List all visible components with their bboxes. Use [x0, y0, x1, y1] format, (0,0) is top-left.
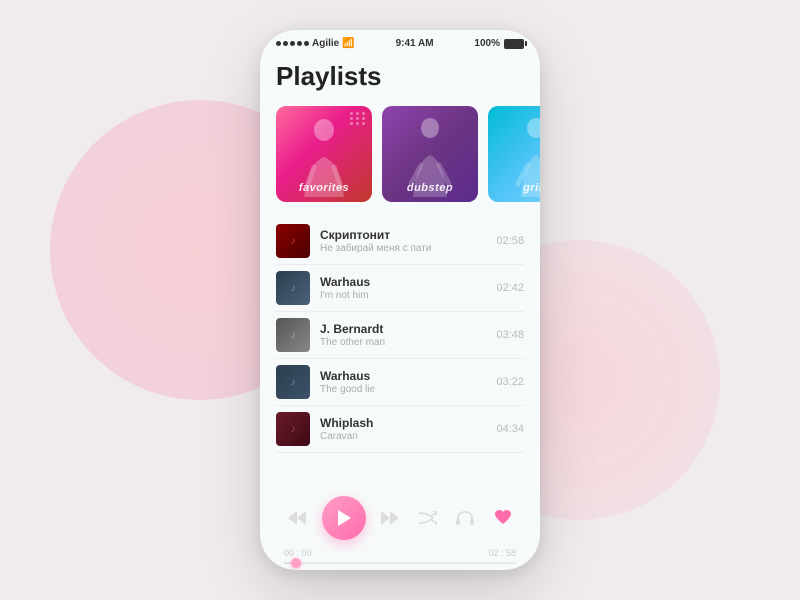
carrier-label: Agilie	[312, 38, 339, 49]
signal-dot-3	[290, 41, 295, 46]
track-artist-0: Скриптонит	[320, 228, 488, 242]
track-sub-1: I'm not him	[320, 290, 488, 301]
status-bar: Agilie 📶 9:41 AM 100%	[260, 30, 540, 53]
headphones-button[interactable]	[452, 506, 478, 530]
track-duration-4: 04:34	[496, 423, 524, 435]
player-controls: 00 : 00 02 : 58	[276, 486, 524, 570]
track-info-0: Скриптонит Не забирай меня с пати	[320, 228, 488, 254]
heart-button[interactable]	[490, 506, 516, 530]
track-info-2: J. Bernardt The other man	[320, 322, 488, 348]
fastforward-button[interactable]	[377, 507, 403, 529]
rewind-button[interactable]	[284, 507, 310, 529]
thumb-inner-0: ♪	[276, 224, 310, 258]
grim-label: grim	[488, 182, 540, 194]
track-artist-1: Warhaus	[320, 275, 488, 289]
shuffle-icon	[419, 511, 437, 525]
track-info-3: Warhaus The good lie	[320, 369, 488, 395]
heart-icon	[494, 510, 512, 526]
shuffle-button[interactable]	[415, 507, 441, 529]
track-thumb-3: ♪	[276, 365, 310, 399]
status-right: 100%	[474, 38, 524, 49]
play-icon	[336, 509, 352, 527]
track-thumb-0: ♪	[276, 224, 310, 258]
battery-fill	[505, 40, 523, 48]
current-time: 00 : 00	[284, 548, 312, 558]
card-dots-favorites	[350, 112, 366, 125]
track-duration-0: 02:58	[496, 235, 524, 247]
signal-dot-5	[304, 41, 309, 46]
playlist-card-favorites[interactable]: favorites	[276, 106, 372, 202]
progress-times: 00 : 00 02 : 58	[284, 548, 516, 558]
total-time: 02 : 58	[488, 548, 516, 558]
track-sub-2: The other man	[320, 337, 488, 348]
signal-dot-2	[283, 41, 288, 46]
status-left: Agilie 📶	[276, 38, 355, 49]
track-artist-4: Whiplash	[320, 416, 488, 430]
playlist-cards: favorites dubstep	[276, 106, 524, 202]
phone-frame: Agilie 📶 9:41 AM 100% Playlists	[260, 30, 540, 570]
thumb-inner-4: ♪	[276, 412, 310, 446]
page-title: Playlists	[276, 61, 524, 92]
progress-section: 00 : 00 02 : 58	[276, 548, 524, 564]
track-list: ♪ Скриптонит Не забирай меня с пати 02:5…	[276, 218, 524, 486]
track-thumb-2: ♪	[276, 318, 310, 352]
fastforward-icon	[381, 511, 399, 525]
play-button[interactable]	[322, 496, 366, 540]
main-content: Playlists favorites	[260, 53, 540, 570]
track-artist-3: Warhaus	[320, 369, 488, 383]
signal-dot-1	[276, 41, 281, 46]
track-thumb-1: ♪	[276, 271, 310, 305]
rewind-icon	[288, 511, 306, 525]
progress-bar[interactable]	[284, 562, 516, 564]
playlist-card-grim[interactable]: grim	[488, 106, 540, 202]
dubstep-label: dubstep	[382, 182, 478, 194]
signal-dots	[276, 41, 309, 46]
track-info-4: Whiplash Caravan	[320, 416, 488, 442]
clock: 9:41 AM	[396, 38, 434, 49]
track-item-3[interactable]: ♪ Warhaus The good lie 03:22	[276, 359, 524, 406]
track-item-0[interactable]: ♪ Скриптонит Не забирай меня с пати 02:5…	[276, 218, 524, 265]
thumb-inner-3: ♪	[276, 365, 310, 399]
track-info-1: Warhaus I'm not him	[320, 275, 488, 301]
track-duration-3: 03:22	[496, 376, 524, 388]
wifi-icon: 📶	[342, 38, 354, 49]
battery-label: 100%	[474, 38, 500, 49]
track-artist-2: J. Bernardt	[320, 322, 488, 336]
track-sub-0: Не забирай меня с пати	[320, 243, 488, 254]
controls-row	[276, 496, 524, 540]
track-item-1[interactable]: ♪ Warhaus I'm not him 02:42	[276, 265, 524, 312]
track-item-2[interactable]: ♪ J. Bernardt The other man 03:48	[276, 312, 524, 359]
playlist-card-dubstep[interactable]: dubstep	[382, 106, 478, 202]
track-item-4[interactable]: ♪ Whiplash Caravan 04:34	[276, 406, 524, 453]
headphones-icon	[456, 510, 474, 526]
track-thumb-4: ♪	[276, 412, 310, 446]
favorites-label: favorites	[276, 182, 372, 194]
track-sub-4: Caravan	[320, 431, 488, 442]
thumb-inner-2: ♪	[276, 318, 310, 352]
signal-dot-4	[297, 41, 302, 46]
progress-handle[interactable]	[291, 558, 301, 568]
thumb-inner-1: ♪	[276, 271, 310, 305]
track-duration-2: 03:48	[496, 329, 524, 341]
battery-icon	[504, 39, 524, 49]
track-duration-1: 02:42	[496, 282, 524, 294]
track-sub-3: The good lie	[320, 384, 488, 395]
